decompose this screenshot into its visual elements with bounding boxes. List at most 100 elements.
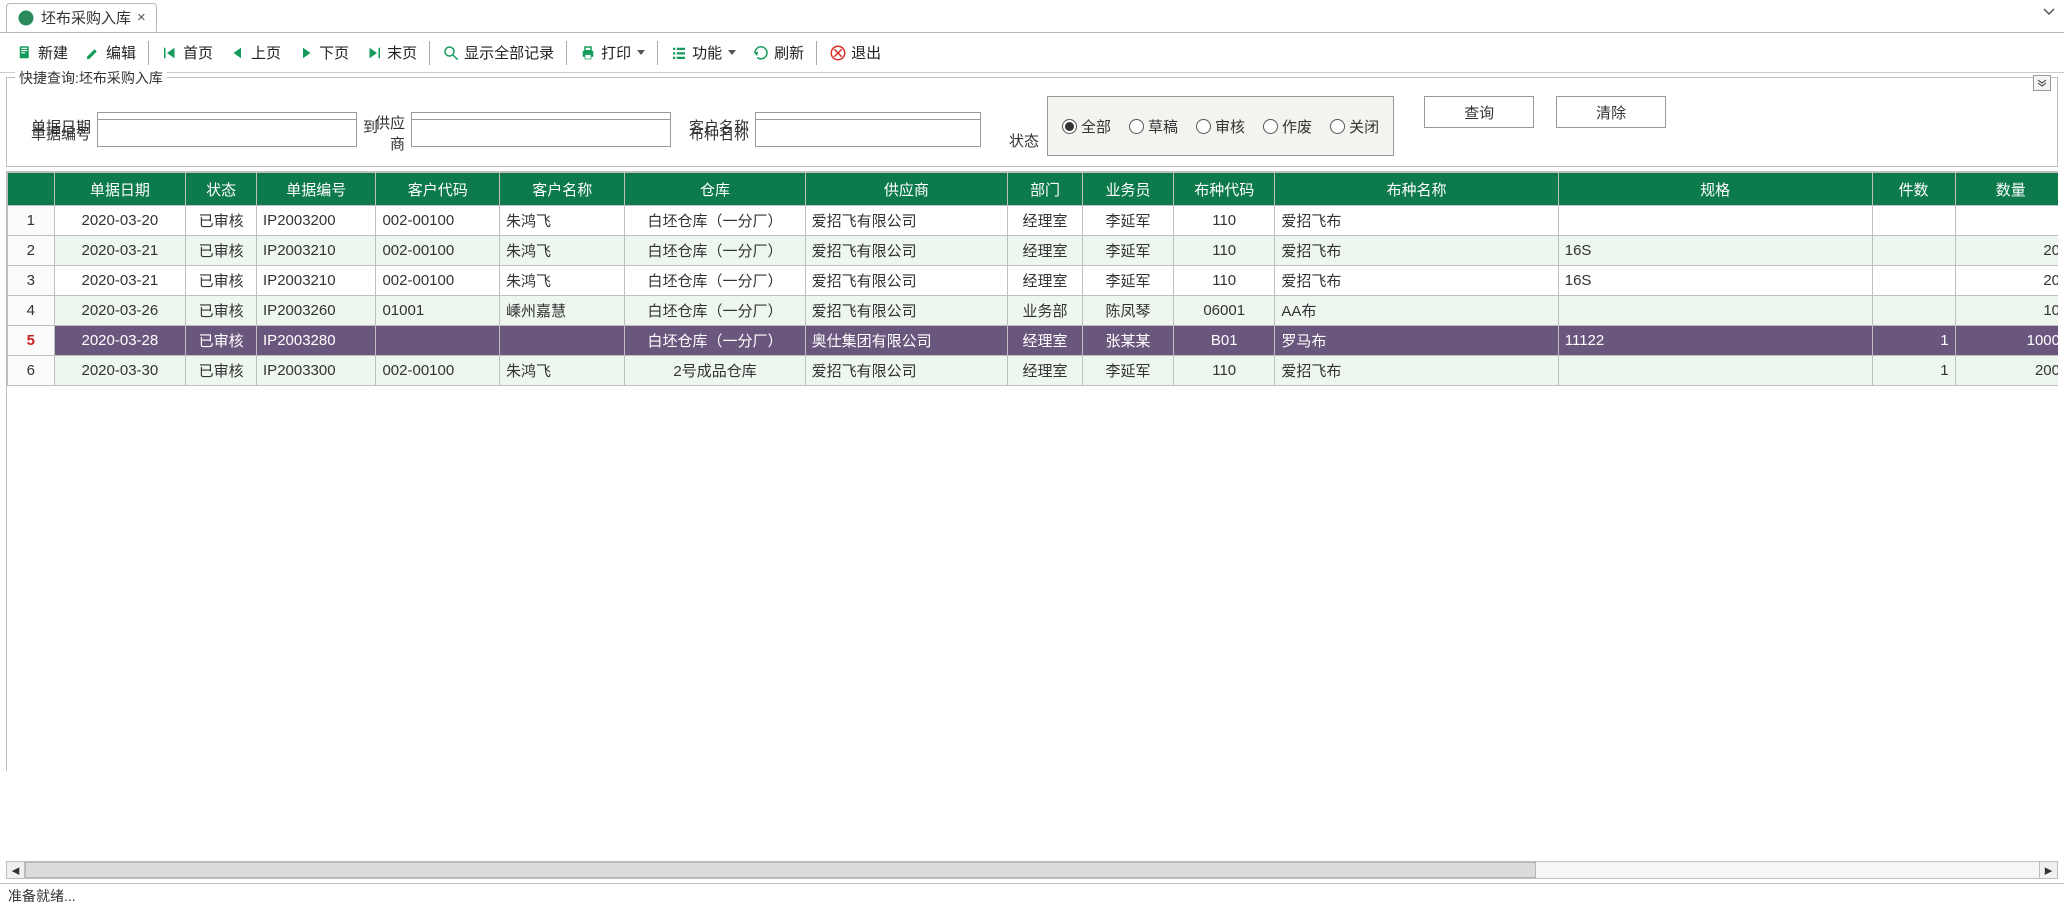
status-bar: 准备就绪...: [0, 883, 2064, 907]
tab-active[interactable]: 坯布采购入库 ×: [6, 3, 157, 32]
first-icon: [161, 44, 179, 62]
cell-ccode: 002-00100: [376, 266, 499, 296]
fabric-name-input[interactable]: [755, 119, 981, 147]
cell-spec: [1558, 356, 1872, 386]
cell-no: IP2003210: [257, 266, 376, 296]
tab-close-icon[interactable]: ×: [137, 9, 146, 26]
cell-dept: 经理室: [1008, 266, 1083, 296]
print-button[interactable]: 打印: [571, 40, 653, 65]
column-header[interactable]: 业务员: [1083, 173, 1174, 206]
column-header[interactable]: 件数: [1872, 173, 1955, 206]
column-header[interactable]: 供应商: [805, 173, 1007, 206]
collapse-button[interactable]: [2033, 75, 2051, 91]
query-panel-title: 快捷查询:坯布采购入库: [15, 68, 167, 88]
column-header[interactable]: 数量: [1955, 173, 2058, 206]
prev-icon: [229, 44, 247, 62]
label-bill-no: 单据编号: [19, 123, 91, 144]
chevron-down-icon: [728, 50, 736, 55]
cell-wh: 白坯仓库（一分厂）: [625, 236, 805, 266]
cell-no: IP2003260: [257, 296, 376, 326]
column-header[interactable]: 规格: [1558, 173, 1872, 206]
cell-date: 2020-03-20: [54, 206, 186, 236]
column-header[interactable]: 状态: [186, 173, 257, 206]
cell-pcs: [1872, 236, 1955, 266]
horizontal-scrollbar[interactable]: ◂ ▸: [6, 861, 2058, 879]
cell-fcode: 110: [1174, 356, 1275, 386]
table-row[interactable]: 12020-03-20已审核IP2003200002-00100朱鸿飞白坯仓库（…: [8, 206, 2059, 236]
column-header[interactable]: 布种代码: [1174, 173, 1275, 206]
column-header[interactable]: 布种名称: [1275, 173, 1558, 206]
cell-fname: 爱招飞布: [1275, 356, 1558, 386]
table-row[interactable]: 42020-03-26已审核IP200326001001嵊州嘉慧白坯仓库（一分厂…: [8, 296, 2059, 326]
new-icon: [16, 44, 34, 62]
column-header[interactable]: 单据日期: [54, 173, 186, 206]
tab-bar: 坯布采购入库 ×: [0, 0, 2064, 33]
cell-date: 2020-03-26: [54, 296, 186, 326]
column-header[interactable]: 客户名称: [499, 173, 625, 206]
cell-n: 6: [8, 356, 55, 386]
cell-qty: 10: [1955, 296, 2058, 326]
cell-no: IP2003210: [257, 236, 376, 266]
cell-qty: 200: [1955, 356, 2058, 386]
scroll-thumb[interactable]: [25, 862, 1536, 878]
toolbar: 新建 编辑 首页 上页 下页 末页 显示全部记录 打印 功能 刷新: [0, 33, 2064, 73]
table-row[interactable]: 52020-03-28已审核IP2003280白坯仓库（一分厂）奥仕集团有限公司…: [8, 326, 2059, 356]
separator: [429, 41, 430, 65]
first-page-button[interactable]: 首页: [153, 40, 221, 65]
cell-ccode: 002-00100: [376, 206, 499, 236]
scroll-right-button[interactable]: ▸: [2039, 862, 2057, 878]
cell-n: 4: [8, 296, 55, 326]
cell-cname: 朱鸿飞: [499, 206, 625, 236]
cell-spec: [1558, 296, 1872, 326]
cell-date: 2020-03-21: [54, 266, 186, 296]
scroll-left-button[interactable]: ◂: [7, 862, 25, 878]
new-button[interactable]: 新建: [8, 40, 76, 65]
column-header[interactable]: [8, 173, 55, 206]
separator: [816, 41, 817, 65]
cell-no: IP2003200: [257, 206, 376, 236]
column-header[interactable]: 客户代码: [376, 173, 499, 206]
cell-date: 2020-03-30: [54, 356, 186, 386]
cell-fname: AA布: [1275, 296, 1558, 326]
tab-overflow[interactable]: [2042, 6, 2056, 17]
refresh-icon: [752, 44, 770, 62]
cell-sup: 爱招飞有限公司: [805, 266, 1007, 296]
cell-wh: 白坯仓库（一分厂）: [625, 296, 805, 326]
cell-sales: 李延军: [1083, 266, 1174, 296]
table-row[interactable]: 32020-03-21已审核IP2003210002-00100朱鸿飞白坯仓库（…: [8, 266, 2059, 296]
bill-no-input[interactable]: [97, 119, 357, 147]
next-page-button[interactable]: 下页: [289, 40, 357, 65]
column-header[interactable]: 部门: [1008, 173, 1083, 206]
scroll-track[interactable]: [25, 862, 2039, 878]
last-icon: [365, 44, 383, 62]
cell-cname: 朱鸿飞: [499, 356, 625, 386]
exit-icon: [829, 44, 847, 62]
edit-button[interactable]: 编辑: [76, 40, 144, 65]
cell-sales: 李延军: [1083, 236, 1174, 266]
column-header[interactable]: 仓库: [625, 173, 805, 206]
cell-qty: 20: [1955, 236, 2058, 266]
exit-button[interactable]: 退出: [821, 40, 889, 65]
cell-fcode: B01: [1174, 326, 1275, 356]
supplier-input[interactable]: [411, 119, 671, 147]
cell-sup: 爱招飞有限公司: [805, 206, 1007, 236]
function-button[interactable]: 功能: [662, 40, 744, 65]
cell-spec: [1558, 206, 1872, 236]
cell-qty: [1955, 206, 2058, 236]
cell-no: IP2003300: [257, 356, 376, 386]
table-row[interactable]: 62020-03-30已审核IP2003300002-00100朱鸿飞2号成品仓…: [8, 356, 2059, 386]
column-header[interactable]: 单据编号: [257, 173, 376, 206]
cell-ccode: 01001: [376, 296, 499, 326]
cell-fcode: 110: [1174, 266, 1275, 296]
cell-spec: 16S: [1558, 266, 1872, 296]
cell-fname: 罗马布: [1275, 326, 1558, 356]
cell-fname: 爱招飞布: [1275, 206, 1558, 236]
cell-fname: 爱招飞布: [1275, 236, 1558, 266]
show-all-button[interactable]: 显示全部记录: [434, 40, 562, 65]
refresh-button[interactable]: 刷新: [744, 40, 812, 65]
prev-page-button[interactable]: 上页: [221, 40, 289, 65]
separator: [657, 41, 658, 65]
last-page-button[interactable]: 末页: [357, 40, 425, 65]
cell-wh: 白坯仓库（一分厂）: [625, 206, 805, 236]
table-row[interactable]: 22020-03-21已审核IP2003210002-00100朱鸿飞白坯仓库（…: [8, 236, 2059, 266]
